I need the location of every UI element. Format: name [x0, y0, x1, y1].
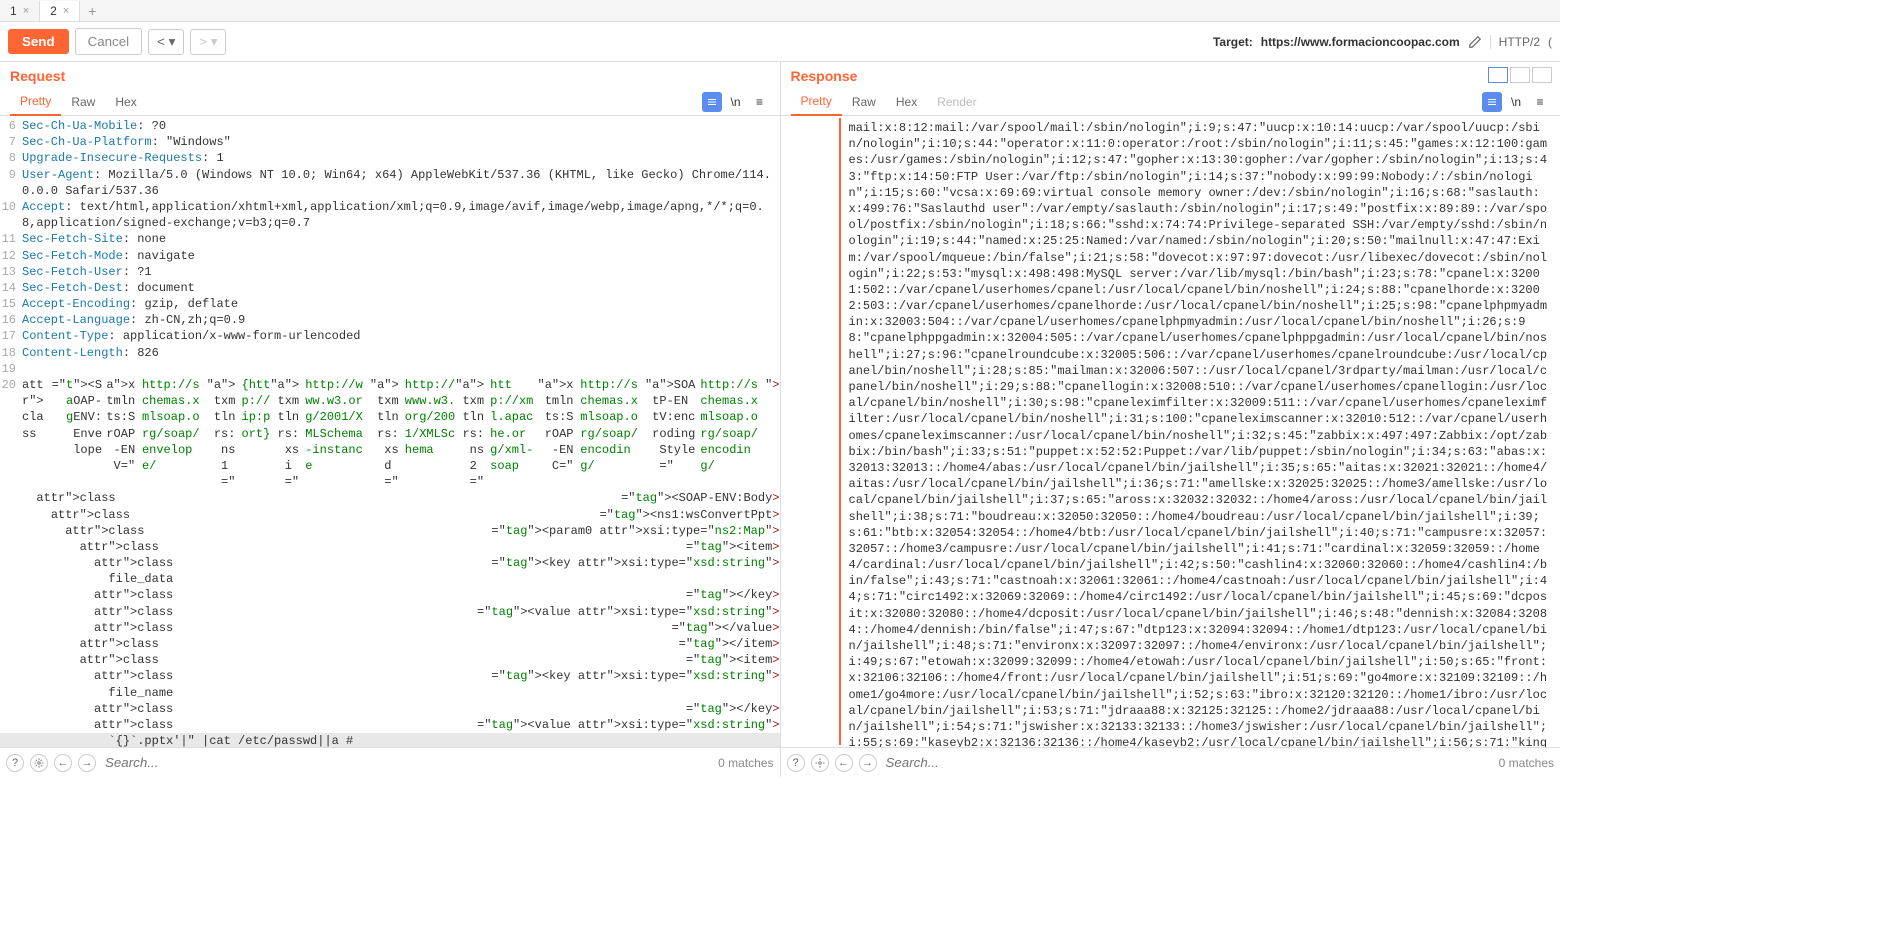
request-title: Request	[0, 62, 780, 88]
prev-match-icon[interactable]: ←	[835, 754, 853, 772]
layout-rows-icon[interactable]	[1510, 67, 1530, 83]
toggle-view-icon[interactable]	[1482, 92, 1502, 112]
settings-icon[interactable]: (	[1548, 35, 1552, 49]
request-footer: ? ← → 0 matches	[0, 747, 780, 777]
tab-bar: 1× 2× +	[0, 0, 1560, 22]
subtab-render[interactable]: Render	[927, 89, 986, 115]
match-count: 0 matches	[718, 756, 773, 770]
subtab-raw[interactable]: Raw	[842, 89, 886, 115]
newline-icon[interactable]: \n	[726, 92, 746, 112]
add-tab-button[interactable]: +	[80, 0, 104, 22]
help-icon[interactable]: ?	[6, 754, 24, 772]
layout-columns-icon[interactable]	[1488, 67, 1508, 83]
help-icon[interactable]: ?	[787, 754, 805, 772]
response-body[interactable]: mail:x:8:12:mail:/var/spool/mail:/sbin/n…	[781, 116, 1561, 747]
request-body[interactable]: 6Sec-Ch-Ua-Mobile: ?07Sec-Ch-Ua-Platform…	[0, 116, 780, 747]
search-input[interactable]	[883, 752, 1493, 773]
target-url: https://www.formacioncoopac.com	[1261, 35, 1460, 49]
subtab-hex[interactable]: Hex	[105, 89, 146, 115]
close-icon[interactable]: ×	[63, 5, 69, 17]
match-count: 0 matches	[1499, 756, 1554, 770]
cancel-button[interactable]: Cancel	[75, 28, 143, 55]
tab-2[interactable]: 2×	[40, 1, 80, 21]
next-match-icon[interactable]: →	[78, 754, 96, 772]
prev-button[interactable]: < ▾	[148, 29, 184, 55]
menu-icon[interactable]: ≡	[750, 92, 770, 112]
gear-icon[interactable]	[811, 754, 829, 772]
next-button[interactable]: > ▾	[190, 29, 226, 55]
http-version[interactable]: HTTP/2	[1490, 35, 1540, 49]
toolbar: Send Cancel < ▾ > ▾ Target: https://www.…	[0, 22, 1560, 62]
response-title: Response	[781, 62, 868, 88]
next-match-icon[interactable]: →	[859, 754, 877, 772]
search-input[interactable]	[102, 752, 712, 773]
subtab-hex[interactable]: Hex	[886, 89, 927, 115]
prev-match-icon[interactable]: ←	[54, 754, 72, 772]
layout-single-icon[interactable]	[1532, 67, 1552, 83]
menu-icon[interactable]: ≡	[1530, 92, 1550, 112]
edit-target-icon[interactable]	[1468, 35, 1482, 49]
subtab-raw[interactable]: Raw	[61, 89, 105, 115]
response-footer: ? ← → 0 matches	[781, 747, 1561, 777]
subtab-pretty[interactable]: Pretty	[791, 88, 842, 116]
send-button[interactable]: Send	[8, 29, 69, 54]
gear-icon[interactable]	[30, 754, 48, 772]
close-icon[interactable]: ×	[23, 5, 29, 17]
target-label: Target:	[1213, 35, 1253, 49]
tab-1[interactable]: 1×	[0, 1, 40, 21]
subtab-pretty[interactable]: Pretty	[10, 88, 61, 116]
request-panel: Request Pretty Raw Hex \n ≡ 6Sec-Ch-Ua-M…	[0, 62, 781, 777]
newline-icon[interactable]: \n	[1506, 92, 1526, 112]
response-panel: Response Pretty Raw Hex Render \n ≡ mail…	[781, 62, 1561, 777]
toggle-view-icon[interactable]	[702, 92, 722, 112]
